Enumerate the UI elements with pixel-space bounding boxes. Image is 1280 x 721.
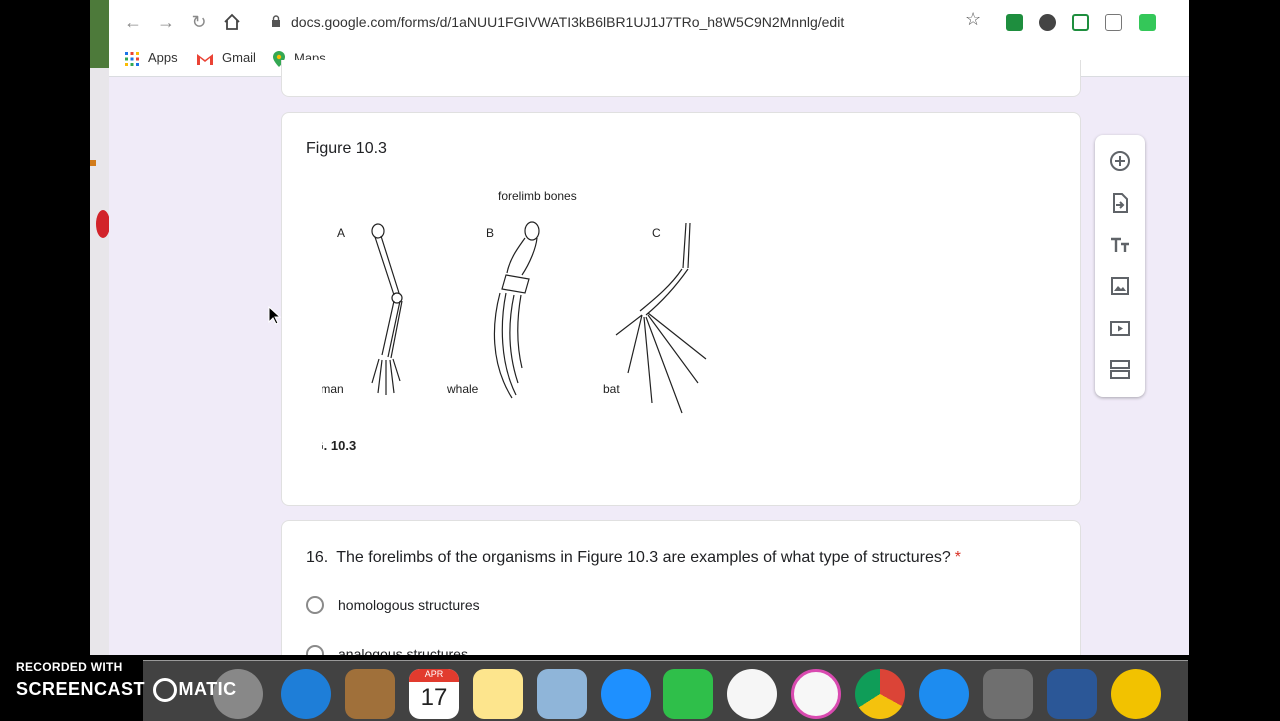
radio-option-2[interactable] (306, 645, 324, 655)
figure-caption: FIG. 10.3 (322, 438, 356, 453)
extension-green-icon[interactable] (1139, 14, 1156, 31)
question-title: 16. The forelimbs of the organisms in Fig… (306, 549, 961, 567)
option-label-1[interactable]: homologous structures (338, 597, 480, 613)
form-side-toolbar (1095, 135, 1145, 397)
add-question-icon[interactable] (1108, 149, 1132, 173)
watermark-line1: RECORDED WITH (16, 660, 123, 674)
add-image-icon[interactable] (1108, 274, 1132, 298)
browser-toolbar: ← → ↻ docs.google.com/forms/d/1aNUU1FGIV… (109, 0, 1189, 44)
url-text: docs.google.com/forms/d/1aNUU1FGIVWATI3k… (291, 14, 845, 30)
screencast-logo-icon (152, 678, 177, 702)
notes-icon[interactable] (473, 669, 523, 719)
mouse-cursor-icon (268, 306, 282, 325)
classroom-extension-icon[interactable] (1006, 14, 1023, 31)
panel-letter-b: B (486, 226, 494, 240)
forelimb-bones-figure: forelimb bones A B C human whale bat (322, 189, 707, 453)
human-arm-bones (371, 223, 403, 395)
bookmark-apps[interactable]: Apps (124, 50, 178, 67)
apps-grid-icon (125, 51, 139, 66)
photos-icon[interactable] (727, 669, 777, 719)
pdf-extension-icon[interactable] (1105, 14, 1122, 31)
address-bar[interactable]: docs.google.com/forms/d/1aNUU1FGIVWATI3k… (259, 8, 999, 36)
question-text: The forelimbs of the organisms in Figure… (336, 549, 951, 566)
itunes-icon[interactable] (791, 669, 841, 719)
gmail-icon (197, 53, 213, 65)
question-number: 16. (306, 549, 329, 566)
panel-letter-c: C (652, 226, 661, 240)
organism-label-whale: whale (446, 382, 479, 396)
browser-window: ← → ↻ docs.google.com/forms/d/1aNUU1FGIV… (109, 0, 1189, 655)
radio-option-1[interactable] (306, 596, 324, 614)
previous-question-card (281, 60, 1081, 97)
option-label-2[interactable]: analogous structures (338, 646, 468, 655)
reload-icon[interactable]: ↻ (188, 11, 210, 33)
cast-icon[interactable] (1072, 14, 1089, 31)
chrome-icon[interactable] (855, 669, 905, 719)
bat-wing-bones (615, 222, 707, 414)
add-section-icon[interactable] (1108, 357, 1132, 381)
facetime-icon[interactable] (663, 669, 713, 719)
system-preferences-icon[interactable] (983, 669, 1033, 719)
calendar-icon[interactable]: APR 17 (409, 669, 459, 719)
extension-icon[interactable] (1039, 14, 1056, 31)
add-video-icon[interactable] (1108, 316, 1132, 340)
pinterest-icon (96, 210, 109, 238)
home-icon[interactable] (221, 11, 243, 33)
organism-label-human: human (322, 382, 344, 396)
figure-card[interactable]: Figure 10.3 forelimb bones A B C human w… (281, 112, 1081, 506)
watermark-line2: SCREENCAST MATIC (16, 678, 237, 702)
organism-label-bat: bat (603, 382, 620, 396)
app-icon-yellow[interactable] (1111, 669, 1161, 719)
desktop-background (1189, 0, 1280, 655)
background-window-edge (90, 0, 109, 655)
calendar-day: 17 (420, 684, 448, 711)
forward-icon[interactable]: → (155, 11, 177, 33)
preview-icon[interactable] (537, 669, 587, 719)
screencast-watermark: RECORDED WITH SCREENCAST MATIC (16, 660, 237, 702)
back-icon[interactable]: ← (122, 11, 144, 33)
figure-heading: forelimb bones (498, 189, 577, 203)
panel-letter-a: A (337, 226, 345, 240)
question-card[interactable]: 16. The forelimbs of the organisms in Fig… (281, 520, 1081, 655)
required-asterisk: * (954, 549, 961, 566)
app-store-icon[interactable] (919, 669, 969, 719)
add-title-icon[interactable] (1108, 233, 1132, 257)
messages-icon[interactable] (601, 669, 651, 719)
calendar-month: APR (409, 669, 459, 682)
whale-flipper-bones (493, 221, 540, 399)
contacts-icon[interactable] (345, 669, 395, 719)
bookmark-star-icon[interactable]: ☆ (965, 9, 981, 30)
lock-icon (272, 15, 280, 27)
safari-icon[interactable] (281, 669, 331, 719)
bookmark-gmail[interactable]: Gmail (196, 50, 256, 66)
macos-dock: APR 17 (143, 660, 1188, 721)
word-icon[interactable] (1047, 669, 1097, 719)
import-questions-icon[interactable] (1108, 191, 1132, 215)
figure-title: Figure 10.3 (306, 140, 387, 157)
